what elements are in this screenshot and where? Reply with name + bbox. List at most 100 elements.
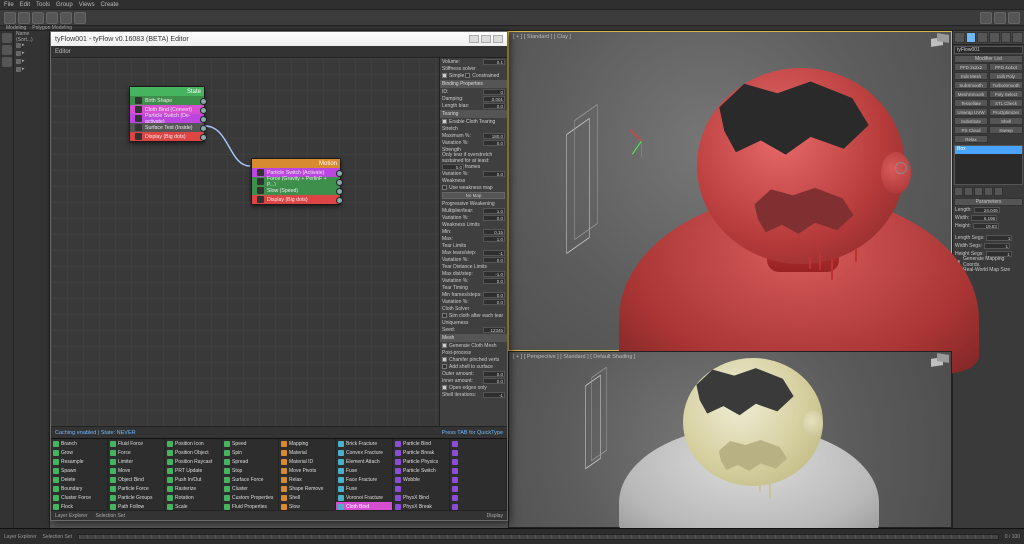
palette-operator[interactable]: Scale xyxy=(165,502,221,510)
prop-field[interactable]: 0.0 xyxy=(442,164,464,170)
viewport-top[interactable]: [ + ] [ Standard ] [ Clay ] xyxy=(508,31,952,351)
toolbar-button[interactable] xyxy=(18,12,30,24)
viewcube-icon[interactable] xyxy=(931,354,949,368)
palette-operator[interactable]: Boundary xyxy=(51,484,107,493)
palette-operator[interactable]: Limiter xyxy=(108,457,164,466)
palette-operator[interactable]: Material xyxy=(279,448,335,457)
status-label[interactable]: Layer Explorer xyxy=(4,534,37,540)
palette-operator[interactable]: PhysX Break xyxy=(393,502,449,510)
toolbar-button[interactable] xyxy=(994,12,1006,24)
palette-operator[interactable]: Push In/Out xyxy=(165,475,221,484)
node-canvas[interactable]: State Birth Shape Cloth Bind (Convert) P… xyxy=(51,58,439,426)
menu-views[interactable]: Views xyxy=(79,2,95,8)
modifier-button[interactable]: ProOptimizer xyxy=(989,108,1023,116)
palette-operator[interactable]: Fluid Force xyxy=(108,439,164,448)
remove-icon[interactable] xyxy=(984,187,993,196)
prop-field[interactable]: 0.0 xyxy=(483,215,505,221)
prop-field[interactable]: 0.0 xyxy=(483,171,505,177)
modifier-button[interactable]: STL Check xyxy=(989,99,1023,107)
prop-field[interactable]: 1.0 xyxy=(483,236,505,242)
checkbox[interactable] xyxy=(442,119,447,124)
dock-button[interactable] xyxy=(2,57,12,67)
palette-operator[interactable]: Move xyxy=(108,466,164,475)
tab-utilities-icon[interactable] xyxy=(1012,32,1023,43)
status-label[interactable]: Selection Set xyxy=(43,534,72,540)
palette-operator[interactable]: Object Bind xyxy=(108,475,164,484)
radio[interactable] xyxy=(442,73,447,78)
menu-create[interactable]: Create xyxy=(101,2,119,8)
palette-operator[interactable]: Fuse xyxy=(336,466,392,475)
palette-operator[interactable]: Grow xyxy=(51,448,107,457)
tab-create-icon[interactable] xyxy=(954,32,965,43)
palette-operator[interactable] xyxy=(450,493,506,502)
toolbar-button[interactable] xyxy=(74,12,86,24)
checkbox[interactable] xyxy=(442,357,447,362)
palette-operator[interactable]: Rasterize xyxy=(165,484,221,493)
palette-operator[interactable]: Spin xyxy=(222,448,278,457)
tab-hierarchy-icon[interactable] xyxy=(977,32,988,43)
tab-modify-icon[interactable] xyxy=(966,32,977,43)
palette-operator[interactable] xyxy=(450,448,506,457)
prop-field[interactable]: 1.0 xyxy=(483,208,505,214)
palette-operator[interactable]: Cloth Bind xyxy=(336,502,392,510)
viewport-label[interactable]: [ + ] [ Perspective ] [ Standard ] [ Def… xyxy=(513,354,635,360)
palette-operator[interactable]: Wobble xyxy=(393,475,449,484)
prop-field[interactable]: -1.0 xyxy=(483,271,505,277)
palette-operator[interactable]: Element Attach xyxy=(336,457,392,466)
menu-file[interactable]: File xyxy=(4,2,14,8)
palette-operator[interactable]: Spawn xyxy=(51,466,107,475)
modifier-button[interactable]: Sweep xyxy=(989,126,1023,134)
menu-group[interactable]: Group xyxy=(56,2,73,8)
palette-operator[interactable]: Mapping xyxy=(279,439,335,448)
palette-operator[interactable]: Particle Groups xyxy=(108,493,164,502)
palette-operator[interactable]: Fuse xyxy=(336,484,392,493)
prop-field[interactable]: 180.0 xyxy=(483,133,505,139)
palette-operator[interactable]: Relax xyxy=(279,475,335,484)
palette-operator[interactable]: Particle Bind xyxy=(393,439,449,448)
main-menubar[interactable]: File Edit Tools Group Views Create xyxy=(0,0,1024,10)
palette-operator[interactable]: Face Fracture xyxy=(336,475,392,484)
palette-operator[interactable]: PRT Update xyxy=(165,466,221,475)
palette-operator[interactable]: Shell xyxy=(279,493,335,502)
palette-operator[interactable]: Slow xyxy=(279,502,335,510)
op-label[interactable]: Display (Big dots) xyxy=(267,197,308,203)
palette-operator[interactable]: Flock xyxy=(51,502,107,510)
radio[interactable] xyxy=(465,73,470,78)
prop-field[interactable]: -1 xyxy=(483,392,505,398)
palette-operator[interactable] xyxy=(450,484,506,493)
close-icon[interactable] xyxy=(493,35,503,43)
tyflow-window[interactable]: tyFlow001 - tyFlow v0.16083 (BETA) Edito… xyxy=(50,31,508,521)
palette-operator[interactable]: Cluster Force xyxy=(51,493,107,502)
checkbox[interactable] xyxy=(442,313,447,318)
toolbar-button[interactable] xyxy=(1008,12,1020,24)
palette-operator[interactable]: Particle Break xyxy=(393,448,449,457)
palette-operator[interactable]: Position Icon xyxy=(165,439,221,448)
palette-operator[interactable]: Position Object xyxy=(165,448,221,457)
maximize-icon[interactable] xyxy=(481,35,491,43)
tab-motion-icon[interactable] xyxy=(989,32,1000,43)
menu-tools[interactable]: Tools xyxy=(36,2,50,8)
map-button[interactable]: No Map xyxy=(442,192,505,199)
footer-label[interactable]: Display xyxy=(487,513,503,519)
dock-button[interactable] xyxy=(2,45,12,55)
dock-button[interactable] xyxy=(2,33,12,43)
palette-operator[interactable]: Rotation xyxy=(165,493,221,502)
palette-operator[interactable]: Spread xyxy=(222,457,278,466)
prop-field[interactable]: 0.0 xyxy=(483,278,505,284)
viewport-bottom[interactable]: [ + ] [ Perspective ] [ Standard ] [ Def… xyxy=(508,351,952,528)
checkbox[interactable] xyxy=(442,364,447,369)
param-field[interactable]: 1 xyxy=(986,235,1012,241)
prop-field[interactable]: 0.0 xyxy=(483,378,505,384)
toolbar-button[interactable] xyxy=(60,12,72,24)
palette-operator[interactable]: Resample xyxy=(51,457,107,466)
menu-edit[interactable]: Edit xyxy=(20,2,30,8)
prop-field[interactable]: 0.001 xyxy=(483,96,505,102)
prop-field[interactable]: 0.1 xyxy=(483,59,505,65)
prop-field[interactable]: 0.0 xyxy=(483,371,505,377)
viewcube-icon[interactable] xyxy=(931,34,949,48)
palette-operator[interactable]: Custom Properties xyxy=(222,493,278,502)
prop-field[interactable]: 0.15 xyxy=(483,229,505,235)
prop-field[interactable]: 12345 xyxy=(483,327,505,333)
tab-display-icon[interactable] xyxy=(1001,32,1012,43)
palette-operator[interactable]: Convex Fracture xyxy=(336,448,392,457)
